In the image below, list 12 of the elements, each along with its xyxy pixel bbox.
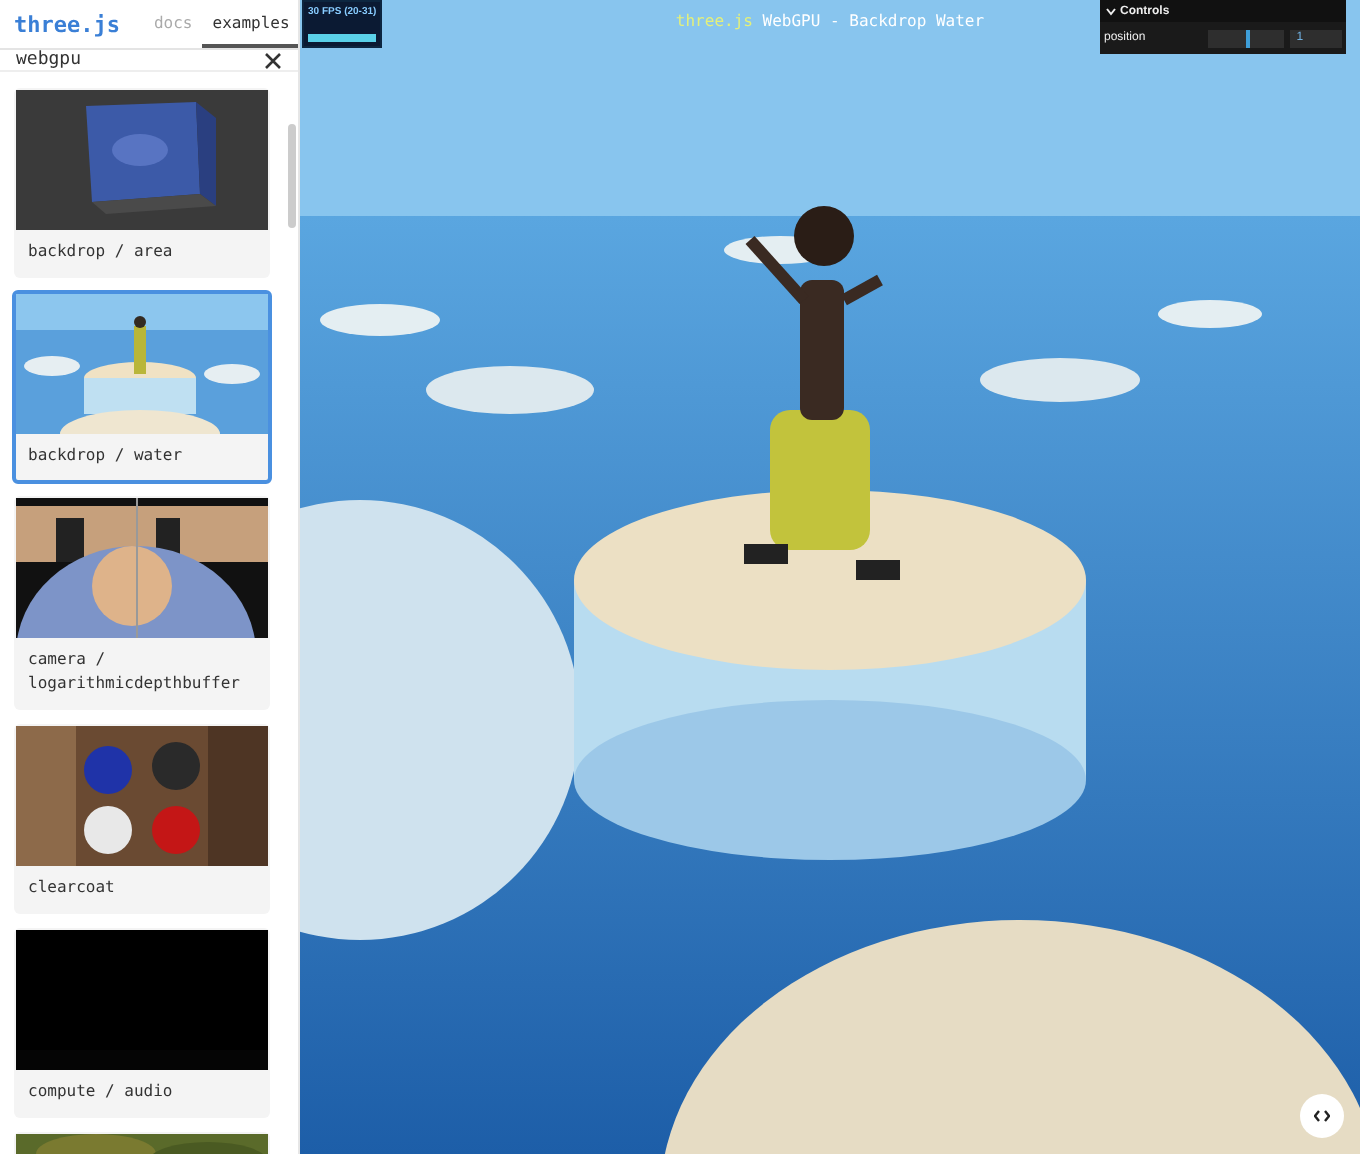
- example-card[interactable]: backdrop / area: [14, 88, 270, 278]
- example-card[interactable]: compute / audio: [14, 928, 270, 1118]
- chevron-icon[interactable]: [1106, 7, 1116, 15]
- example-card[interactable]: backdrop / water: [12, 290, 272, 484]
- code-icon: [1314, 1110, 1330, 1122]
- page-title: WebGPU - Backdrop Water: [762, 12, 985, 30]
- close-icon[interactable]: [264, 51, 282, 69]
- slider[interactable]: [1208, 29, 1285, 47]
- example-card[interactable]: camera / logarithmicdepthbuffer: [14, 496, 270, 710]
- example-card[interactable]: clearcoat: [14, 724, 270, 914]
- slider-thumb[interactable]: [1246, 29, 1251, 47]
- logo-link[interactable]: three.js: [0, 11, 144, 37]
